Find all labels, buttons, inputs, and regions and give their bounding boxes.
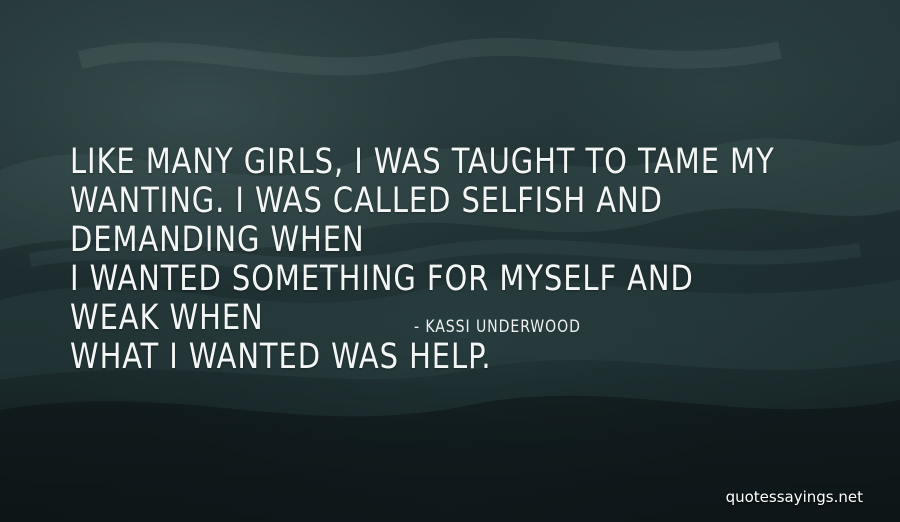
- site-watermark: quotessayings.net: [725, 488, 863, 506]
- quote-line: WANTING. I WAS CALLED SELFISH AND DEMAND…: [70, 181, 663, 260]
- quote-line: WHAT I WANTED WAS HELP.: [70, 337, 492, 377]
- quote-author: - KASSI UNDERWOOD: [414, 317, 581, 337]
- quote-text: LIKE MANY GIRLS, I WAS TAUGHT TO TAME MY…: [70, 143, 788, 377]
- quote-image: LIKE MANY GIRLS, I WAS TAUGHT TO TAME MY…: [0, 0, 900, 522]
- quote-line: LIKE MANY GIRLS, I WAS TAUGHT TO TAME MY: [70, 142, 775, 182]
